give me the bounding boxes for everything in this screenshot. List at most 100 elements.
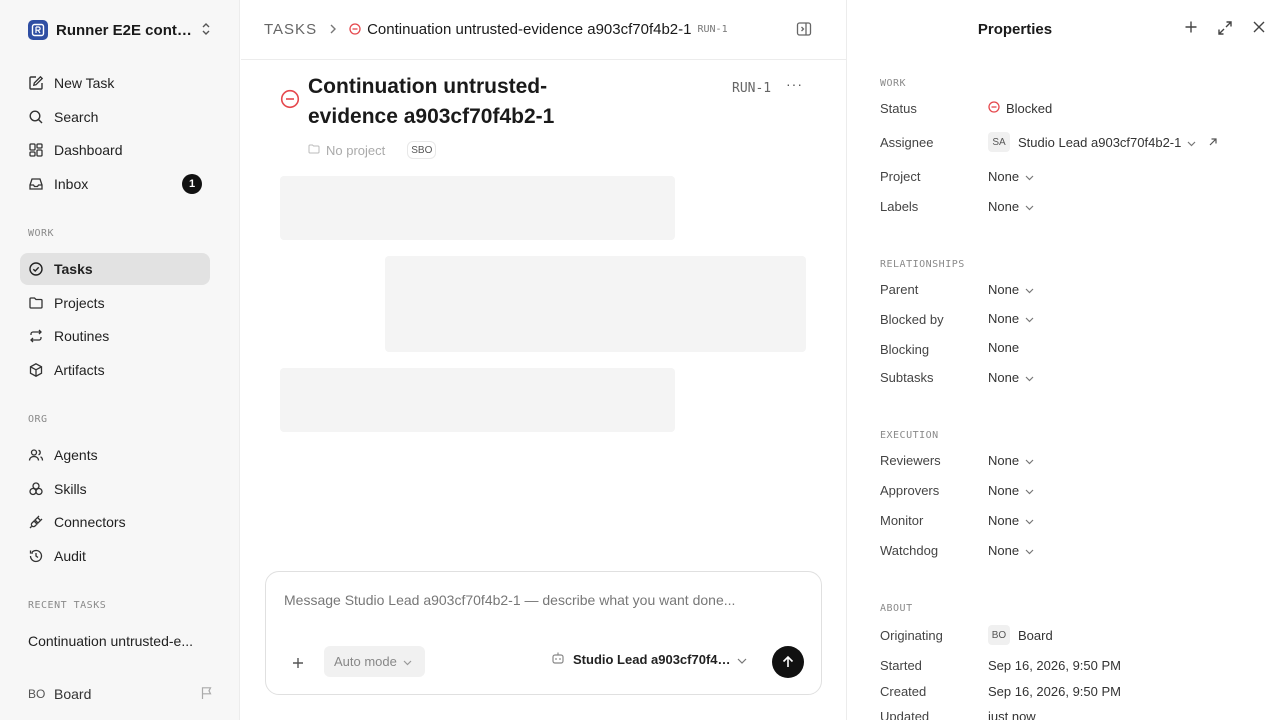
chevron-down-icon [1025, 282, 1034, 297]
chevron-down-icon [737, 652, 747, 667]
assignee-picker[interactable]: SA Studio Lead a903cf70f4b2-1 [988, 132, 1218, 152]
plus-icon[interactable] [1184, 20, 1198, 37]
inbox-icon [29, 178, 43, 190]
parent-picker[interactable]: None [988, 282, 1034, 297]
nav-projects[interactable]: Projects [20, 287, 210, 319]
monitor-picker[interactable]: None [988, 513, 1034, 528]
task-title[interactable]: Continuation untrusted-evidence a903cf70… [308, 72, 588, 132]
approvers-label: Approvers [880, 483, 940, 498]
task-id: RUN-1 [732, 81, 772, 96]
status-value: Blocked [1006, 101, 1053, 116]
close-icon[interactable] [1252, 20, 1266, 37]
nav-new-task[interactable]: New Task [20, 67, 210, 99]
flag-icon[interactable] [200, 686, 214, 703]
dashboard-icon [29, 143, 43, 157]
breadcrumb-task-id: RUN-1 [697, 24, 728, 35]
breadcrumb-root[interactable]: TASKS [264, 21, 317, 38]
blocked-status-icon[interactable] [280, 89, 300, 112]
nav-label: Agents [54, 447, 98, 463]
chevron-down-icon [1025, 513, 1034, 528]
nav-label: Dashboard [54, 142, 123, 158]
nav-routines[interactable]: Routines [20, 320, 210, 352]
created-label: Created [880, 684, 927, 699]
chevron-down-icon [1025, 543, 1034, 558]
task-detail: TASKS Continuation untrusted-evidence a9… [241, 0, 846, 720]
panel-toggle-icon[interactable] [796, 21, 812, 40]
workspace-switcher[interactable]: Runner E2E conti... [28, 18, 212, 42]
approvers-picker[interactable]: None [988, 483, 1034, 498]
nav-search[interactable]: Search [20, 101, 210, 133]
section-label-execution: EXECUTION [880, 430, 939, 441]
project-picker[interactable]: No project [326, 143, 385, 158]
nav-skills[interactable]: Skills [20, 473, 210, 505]
loading-skeleton [280, 176, 675, 240]
user-menu[interactable]: BO Board [28, 682, 214, 706]
originating-value-group: BO Board [988, 625, 1053, 645]
chevron-down-icon [1025, 311, 1034, 326]
breadcrumb: TASKS Continuation untrusted-evidence a9… [241, 0, 846, 60]
user-avatar: BO [28, 687, 46, 701]
chevron-right-icon [329, 22, 337, 38]
labels-picker[interactable]: None [988, 199, 1034, 214]
chevron-down-icon [403, 654, 412, 669]
monitor-value: None [988, 513, 1020, 528]
nav-agents[interactable]: Agents [20, 439, 210, 471]
sidebar: Runner E2E conti... New Task Search Dash… [0, 0, 240, 720]
updated-label: Updated [880, 709, 930, 720]
check-circle-icon [29, 262, 43, 276]
message-input[interactable] [284, 592, 794, 608]
folder-icon [308, 143, 320, 158]
workspace-name: Runner E2E conti... [56, 21, 192, 39]
subtasks-value: None [988, 370, 1020, 385]
users-icon [28, 449, 44, 461]
properties-panel: Properties WORK Status Blocked Assignee … [846, 0, 1280, 720]
send-button[interactable] [772, 646, 804, 678]
nav-connectors[interactable]: Connectors [20, 506, 210, 538]
originating-avatar: BO [988, 625, 1010, 645]
nav-tasks[interactable]: Tasks [20, 253, 210, 285]
watchdog-label: Watchdog [880, 543, 939, 558]
subtasks-label: Subtasks [880, 370, 934, 385]
section-label-relationships: RELATIONSHIPS [880, 259, 965, 270]
assignee-label: Assignee [880, 135, 934, 150]
nav-label: Audit [54, 548, 86, 564]
subtasks-picker[interactable]: None [988, 370, 1034, 385]
nav-inbox[interactable]: Inbox 1 [20, 168, 210, 200]
reviewers-picker[interactable]: None [988, 453, 1034, 468]
plus-icon[interactable] [292, 653, 304, 674]
assignee-avatars[interactable]: S⁠BO [407, 141, 437, 159]
mode-label: Auto mode [334, 654, 397, 669]
nav-label: Tasks [54, 261, 93, 277]
breadcrumb-title: Continuation untrusted-evidence a903cf70… [367, 21, 692, 38]
watchdog-value: None [988, 543, 1020, 558]
project-value: None [988, 169, 1020, 184]
status-picker[interactable]: Blocked [988, 101, 1052, 116]
chevron-down-icon [1025, 169, 1034, 184]
repeat-icon [30, 329, 42, 343]
blocked-status-icon [349, 22, 361, 38]
nav-artifacts[interactable]: Artifacts [20, 354, 210, 386]
blocked-by-picker[interactable]: None [988, 311, 1034, 326]
open-link-icon[interactable] [1208, 135, 1218, 150]
user-name: Board [54, 686, 92, 702]
inbox-count-badge: 1 [182, 174, 202, 194]
message-composer: Auto mode Studio Lead a903cf70f4b... [265, 571, 822, 695]
section-label-about: ABOUT [880, 603, 913, 614]
chevron-down-icon [1025, 483, 1034, 498]
task-meta: No project S⁠BO [308, 141, 437, 159]
loading-skeleton [280, 368, 675, 432]
blocked-by-label: Blocked by [880, 312, 944, 327]
nav-audit[interactable]: Audit [20, 540, 210, 572]
more-options-button[interactable]: ··· [786, 76, 803, 92]
agent-selector[interactable]: Studio Lead a903cf70f4b... [551, 651, 747, 668]
nav-label: Inbox [54, 176, 89, 192]
skills-icon [29, 482, 43, 496]
watchdog-picker[interactable]: None [988, 543, 1034, 558]
mode-selector[interactable]: Auto mode [324, 646, 425, 677]
edit-icon [29, 75, 44, 90]
project-picker[interactable]: None [988, 169, 1034, 184]
recent-task-item[interactable]: Continuation untrusted-e... [28, 633, 208, 649]
nav-dashboard[interactable]: Dashboard [20, 134, 210, 166]
nav-label: Projects [54, 295, 105, 311]
expand-icon[interactable] [1217, 20, 1233, 39]
